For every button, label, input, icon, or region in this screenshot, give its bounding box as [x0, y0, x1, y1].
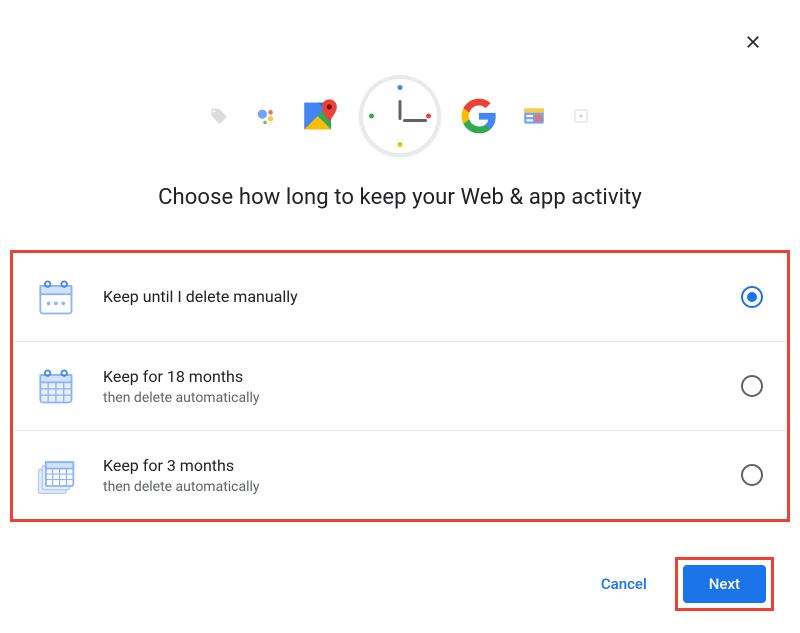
- cancel-button[interactable]: Cancel: [583, 565, 665, 603]
- clock-icon: [359, 75, 441, 157]
- calendar-dots-icon: [33, 275, 77, 319]
- radio-selected[interactable]: [741, 286, 763, 308]
- option-keep-manual[interactable]: Keep until I delete manually: [13, 253, 787, 342]
- maps-icon: [301, 96, 341, 136]
- option-text: Keep for 3 months then delete automatica…: [103, 455, 741, 495]
- google-g-icon: [459, 96, 499, 136]
- assistant-icon: [249, 99, 283, 133]
- option-subtitle: then delete automatically: [103, 479, 741, 495]
- option-subtitle: then delete automatically: [103, 390, 741, 406]
- news-icon: [517, 99, 551, 133]
- dialog-footer: Cancel Next: [583, 557, 774, 611]
- option-text: Keep until I delete manually: [103, 286, 741, 308]
- close-button[interactable]: [741, 30, 765, 54]
- option-label: Keep until I delete manually: [103, 286, 741, 308]
- option-keep-3-months[interactable]: Keep for 3 months then delete automatica…: [13, 431, 787, 519]
- photos-icon: [569, 104, 593, 128]
- next-button-highlight: Next: [675, 557, 774, 611]
- auto-delete-dialog: Choose how long to keep your Web & app a…: [0, 0, 800, 633]
- header-icons-row: [0, 75, 800, 157]
- options-list-highlight: Keep until I delete manually: [10, 250, 790, 522]
- option-text: Keep for 18 months then delete automatic…: [103, 366, 741, 406]
- next-button[interactable]: Next: [683, 565, 766, 603]
- option-keep-18-months[interactable]: Keep for 18 months then delete automatic…: [13, 342, 787, 431]
- option-label: Keep for 18 months: [103, 366, 741, 388]
- calendar-stack-icon: [33, 453, 77, 497]
- radio-unselected[interactable]: [741, 375, 763, 397]
- option-label: Keep for 3 months: [103, 455, 741, 477]
- close-icon: [743, 32, 763, 52]
- tag-icon: [207, 104, 231, 128]
- radio-unselected[interactable]: [741, 464, 763, 486]
- dialog-title: Choose how long to keep your Web & app a…: [0, 185, 800, 210]
- calendar-grid-icon: [33, 364, 77, 408]
